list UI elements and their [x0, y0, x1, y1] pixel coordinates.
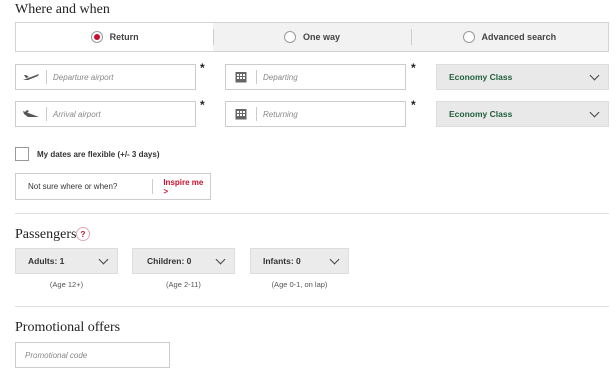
passengers-heading: Passengers — [15, 227, 77, 242]
arrival-airport-placeholder: Arrival airport — [53, 109, 101, 119]
returning-placeholder: Returning — [263, 109, 298, 119]
promo-code-placeholder: Promotional code — [25, 350, 88, 360]
not-sure-text: Not sure where or when? — [28, 182, 118, 191]
advanced-search-radio-icon[interactable] — [462, 31, 475, 43]
landing-plane-icon — [16, 102, 46, 126]
inspire-box: Not sure where or when? Inspire me > — [15, 173, 211, 200]
returning-date-field[interactable]: Returning — [225, 101, 406, 127]
departure-airport-placeholder: Departure airport — [53, 72, 114, 82]
return-radio-icon[interactable] — [90, 31, 103, 43]
children-select-value: Children: 0 — [147, 256, 192, 266]
adults-age-note: (Age 12+) — [49, 280, 84, 289]
promo-heading: Promotional offers — [15, 320, 121, 335]
calendar-icon — [226, 102, 256, 126]
calendar-icon — [226, 65, 256, 89]
trip-type-one-way[interactable]: One way — [213, 23, 410, 51]
departing-placeholder: Departing — [263, 72, 298, 82]
trip-type-advanced-label: Advanced search — [481, 32, 557, 42]
children-age-note: (Age 2-11) — [166, 280, 201, 289]
inspire-me-link[interactable]: Inspire me > — [163, 178, 210, 196]
cabin-class-return-select[interactable]: Economy Class — [436, 101, 609, 127]
departure-airport-field[interactable]: Departure airport — [15, 64, 196, 90]
chevron-down-icon — [589, 107, 600, 117]
trip-type-one-way-label: One way — [302, 32, 340, 42]
infants-select-value: Infants: 0 — [263, 256, 301, 266]
adults-select-value: Adults: 1 — [28, 256, 65, 266]
chevron-down-icon — [589, 70, 600, 80]
cabin-class-outbound-value: Economy Class — [449, 72, 513, 82]
departing-date-field[interactable]: Departing — [225, 64, 406, 90]
infants-age-note: (Age 0-1, on lap) — [271, 280, 328, 289]
chevron-right-icon: > — [163, 186, 168, 196]
section-divider — [15, 306, 609, 307]
arrival-airport-field[interactable]: Arrival airport — [15, 101, 196, 127]
cabin-class-return-value: Economy Class — [449, 109, 513, 119]
field-separator — [256, 70, 257, 84]
one-way-radio-icon[interactable] — [283, 31, 296, 43]
chevron-down-icon — [98, 254, 109, 264]
trip-type-selector: Return One way Advanced search — [15, 22, 609, 52]
trip-type-advanced-search[interactable]: Advanced search — [410, 23, 608, 51]
chevron-down-icon — [329, 254, 340, 264]
field-separator — [46, 107, 47, 121]
children-select[interactable]: Children: 0 — [132, 248, 235, 274]
required-marker: * — [200, 61, 205, 75]
inspire-separator — [152, 179, 154, 194]
required-marker: * — [411, 98, 416, 112]
passengers-help-icon[interactable]: ? — [76, 227, 90, 241]
field-separator — [46, 70, 47, 84]
flexible-dates-checkbox[interactable] — [15, 147, 29, 161]
cabin-class-outbound-select[interactable]: Economy Class — [436, 64, 609, 90]
takeoff-plane-icon — [16, 65, 46, 89]
promo-code-field[interactable]: Promotional code — [15, 342, 170, 368]
required-marker: * — [411, 61, 416, 75]
adults-select[interactable]: Adults: 1 — [15, 248, 118, 274]
inspire-me-label: Inspire me — [163, 177, 204, 187]
flexible-dates-label: My dates are flexible (+/- 3 days) — [37, 150, 160, 159]
where-when-heading: Where and when — [15, 2, 110, 17]
required-marker: * — [200, 98, 205, 112]
chevron-down-icon — [215, 254, 226, 264]
trip-type-return-label: Return — [109, 32, 139, 42]
section-divider — [15, 213, 609, 214]
infants-select[interactable]: Infants: 0 — [250, 248, 349, 274]
trip-type-return[interactable]: Return — [16, 23, 214, 51]
field-separator — [256, 107, 257, 121]
